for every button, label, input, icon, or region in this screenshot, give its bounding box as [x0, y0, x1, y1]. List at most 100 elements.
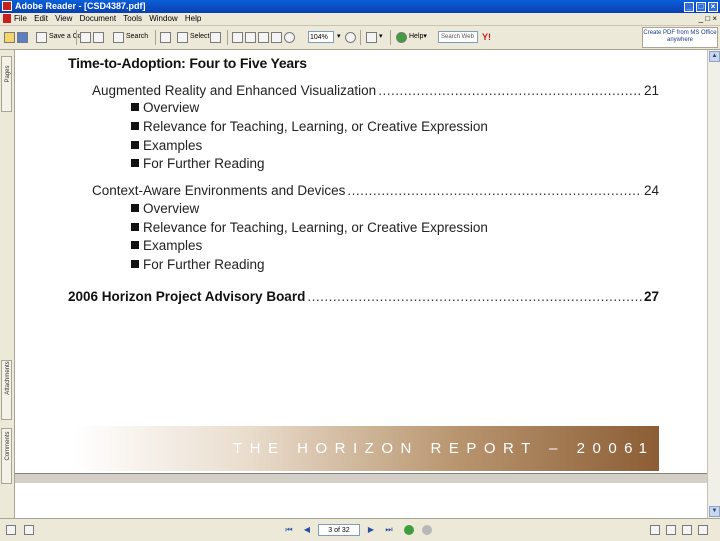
hand-tool-icon[interactable] — [160, 31, 171, 43]
save-icon[interactable] — [17, 31, 28, 43]
help-icon — [396, 31, 407, 43]
adobe-reader-icon — [2, 1, 12, 11]
window-title: Adobe Reader - [CSD4387.pdf] — [15, 1, 146, 11]
help-button[interactable]: Help ▾ — [396, 29, 427, 45]
toc-entry-page: 24 — [643, 183, 659, 198]
actual-size-icon[interactable] — [245, 31, 256, 43]
last-page-icon[interactable]: ⏭ — [384, 525, 394, 535]
scroll-up-icon[interactable]: ▲ — [709, 51, 720, 62]
page-size-icon — [6, 525, 16, 535]
menu-tools[interactable]: Tools — [123, 14, 142, 23]
banner-text: THE HORIZON REPORT – 2006 — [233, 440, 641, 457]
menu-help[interactable]: Help — [185, 14, 201, 23]
toc-subitem: Examples — [131, 138, 202, 153]
banner-page-number: 1 — [638, 440, 647, 457]
select-label: Select — [190, 33, 210, 40]
maximize-button[interactable]: □ — [696, 2, 706, 12]
next-view-icon[interactable] — [422, 525, 432, 535]
close-button[interactable]: × — [708, 2, 718, 12]
toc-entry-title: Context-Aware Environments and Devices — [92, 183, 346, 198]
menu-edit[interactable]: Edit — [34, 14, 48, 23]
menu-bar: File Edit View Document Tools Window Hel… — [0, 13, 720, 26]
toc-entry-title: Augmented Reality and Enhanced Visualiza… — [92, 83, 377, 98]
bullet-icon — [131, 141, 139, 149]
zoom-in-plus-icon[interactable] — [344, 31, 356, 43]
toc-subitem: Relevance for Teaching, Learning, or Cre… — [131, 119, 488, 134]
zoom-out-icon[interactable] — [284, 31, 295, 43]
next-page-icon[interactable]: ▶ — [366, 525, 376, 535]
tab-pages[interactable]: Pages — [1, 56, 12, 112]
minimize-button[interactable]: _ — [684, 2, 694, 12]
bullet-icon — [131, 103, 139, 111]
pdf-page: Time-to-Adoption: Four to Five Years Aug… — [15, 50, 707, 473]
tab-attachments[interactable]: Attachments — [1, 360, 12, 420]
menu-view[interactable]: View — [55, 14, 72, 23]
menu-window[interactable]: Window — [149, 14, 177, 23]
menu-file[interactable]: File — [14, 14, 27, 23]
next-pdf-page — [15, 483, 707, 518]
toc-entry[interactable]: Context-Aware Environments and Devices 2… — [92, 183, 659, 198]
toc-entry-title: 2006 Horizon Project Advisory Board — [68, 289, 306, 304]
toc-subitem: For Further Reading — [131, 156, 265, 171]
toc-leader-dots — [347, 183, 642, 198]
search-button[interactable]: Search — [113, 29, 148, 45]
tab-comments[interactable]: Comments — [1, 428, 12, 484]
vertical-scrollbar[interactable]: ▲ ▼ — [707, 50, 720, 518]
previous-page-icon[interactable]: ◀ — [302, 525, 312, 535]
toolbar: Save a Copy Search Select 104% ▾ ▾ Help … — [0, 26, 720, 50]
document-window-controls[interactable]: _ □ × — [699, 14, 717, 23]
previous-view-icon[interactable] — [404, 525, 414, 535]
zoom-in-icon[interactable] — [232, 31, 243, 43]
bullet-icon — [131, 122, 139, 130]
fit-width-icon[interactable] — [271, 31, 282, 43]
save-copy-icon — [36, 31, 47, 43]
toc-entry-advisory-board[interactable]: 2006 Horizon Project Advisory Board 27 — [68, 289, 659, 304]
help-label: Help — [409, 33, 424, 40]
section-heading: Time-to-Adoption: Four to Five Years — [68, 55, 307, 71]
zoom-level-field[interactable]: 104% — [308, 31, 334, 43]
print-icon[interactable] — [80, 31, 91, 43]
menu-document[interactable]: Document — [80, 14, 116, 23]
rotate-menu-chevron-icon[interactable]: ▾ — [379, 29, 383, 45]
email-icon[interactable] — [93, 31, 104, 43]
facing-icon[interactable] — [682, 525, 692, 535]
toc-leader-dots — [378, 83, 642, 98]
status-bar: ⏮ ◀ 3 of 32 ▶ ⏭ — [0, 518, 720, 541]
scroll-down-icon[interactable]: ▼ — [709, 506, 720, 517]
text-select-icon — [177, 31, 188, 43]
toc-leader-dots — [307, 289, 642, 304]
toc-entry[interactable]: Augmented Reality and Enhanced Visualiza… — [92, 83, 659, 98]
continuous-facing-icon[interactable] — [698, 525, 708, 535]
select-tool-button[interactable]: Select — [177, 29, 209, 45]
open-icon[interactable] — [4, 31, 15, 43]
toc-subitem: Relevance for Teaching, Learning, or Cre… — [131, 220, 488, 235]
yahoo-logo-icon[interactable]: Y! — [482, 29, 491, 45]
toc-subitem: Overview — [131, 201, 199, 216]
bullet-icon — [131, 159, 139, 167]
continuous-icon[interactable] — [666, 525, 676, 535]
toc-entry-page: 27 — [643, 289, 659, 304]
bullet-icon — [131, 260, 139, 268]
toc-subitem: For Further Reading — [131, 257, 265, 272]
toc-subitem: Examples — [131, 238, 202, 253]
report-footer-banner: THE HORIZON REPORT – 2006 1 — [75, 426, 659, 471]
search-web-input[interactable]: Search Web — [438, 31, 478, 43]
page-number-field[interactable]: 3 of 32 — [318, 524, 360, 536]
document-properties-icon[interactable] — [24, 525, 34, 535]
first-page-icon[interactable]: ⏮ — [284, 525, 294, 535]
bullet-icon — [131, 241, 139, 249]
rotate-view-icon[interactable] — [366, 31, 377, 43]
toc-entry-page: 21 — [643, 83, 659, 98]
toc-subitem: Overview — [131, 100, 199, 115]
snapshot-icon[interactable] — [210, 31, 221, 43]
single-page-icon[interactable] — [650, 525, 660, 535]
create-pdf-promo[interactable]: Create PDF from MS Office anywhere — [642, 27, 718, 48]
document-viewport[interactable]: Time-to-Adoption: Four to Five Years Aug… — [15, 50, 707, 518]
title-bar: Adobe Reader - [CSD4387.pdf] _ □ × — [0, 0, 720, 13]
fit-page-icon[interactable] — [258, 31, 269, 43]
binoculars-icon — [113, 31, 124, 43]
document-icon[interactable] — [3, 14, 11, 23]
search-label: Search — [126, 33, 149, 40]
chevron-down-icon[interactable]: ▾ — [337, 29, 341, 45]
bullet-icon — [131, 204, 139, 212]
